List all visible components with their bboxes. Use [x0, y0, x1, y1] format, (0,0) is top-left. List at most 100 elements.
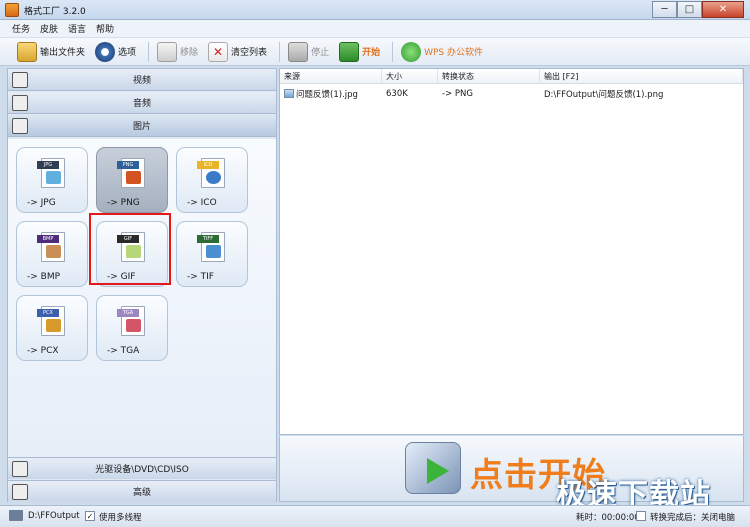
format-label: -> PNG: [107, 198, 140, 208]
format-tag: PNG: [117, 161, 139, 169]
gear-icon: [95, 41, 116, 62]
png-file-icon: PNG: [117, 158, 145, 188]
row-status: -> PNG: [442, 89, 473, 99]
column-size[interactable]: 大小: [382, 69, 438, 84]
category-advanced[interactable]: 高级: [8, 480, 276, 502]
pcx-file-icon: PCX: [37, 306, 65, 336]
format-png-button[interactable]: PNG -> PNG: [96, 147, 168, 213]
category-advanced-label: 高级: [132, 488, 151, 498]
window-controls: ─ □ ✕: [652, 1, 744, 18]
toolbar-separator: [392, 41, 394, 62]
row-output: D:\FFOutput\问题反馈(1).png: [544, 90, 664, 100]
category-audio-label: 音频: [132, 99, 151, 109]
options-button[interactable]: 选项: [92, 41, 139, 63]
image-art: [46, 319, 61, 332]
clear-list-button[interactable]: 清空列表: [205, 41, 270, 63]
bmp-file-icon: BMP: [37, 232, 65, 262]
toolbar-separator: [279, 41, 281, 62]
tga-file-icon: TGA: [117, 306, 145, 336]
minimize-button[interactable]: ─: [652, 1, 677, 18]
start-label: 开始: [362, 48, 381, 58]
options-label: 选项: [118, 48, 137, 58]
format-bmp-button[interactable]: BMP -> BMP: [16, 221, 88, 287]
menu-language[interactable]: 语言: [68, 22, 86, 35]
format-tag: PCX: [37, 309, 59, 317]
clear-list-icon: [208, 41, 229, 62]
output-folder-label: 输出文件夹: [40, 48, 86, 58]
maximize-button[interactable]: □: [677, 1, 702, 18]
stop-icon: [288, 41, 309, 62]
selection-highlight: [89, 213, 171, 285]
menu-bar: 任务 皮肤 语言 帮助: [0, 20, 750, 38]
start-button[interactable]: 开始: [336, 41, 383, 63]
image-art: [46, 245, 61, 258]
app-icon: [5, 3, 19, 17]
menu-skin[interactable]: 皮肤: [40, 22, 58, 35]
play-arrow-icon: [427, 458, 449, 484]
table-row[interactable]: 问题反馈(1).jpg 630K -> PNG D:\FFOutput\问题反馈…: [280, 87, 743, 101]
format-tag: TIFF: [197, 235, 219, 243]
category-image[interactable]: 图片: [8, 115, 276, 137]
toolbar-separator: [148, 41, 150, 62]
music-icon: [12, 95, 28, 111]
stop-label: 停止: [311, 48, 330, 58]
window-title: 格式工厂 3.2.0: [24, 7, 86, 17]
format-label: -> JPG: [27, 198, 56, 208]
format-label: -> PCX: [27, 346, 59, 356]
remove-icon: [157, 41, 178, 62]
wps-label: WPS 办公软件: [424, 48, 483, 58]
row-source-cell: 问题反馈(1).jpg: [280, 88, 382, 100]
format-label: -> TGA: [107, 346, 140, 356]
wps-icon: [401, 41, 422, 62]
category-rom-label: 光驱设备\DVD\CD\ISO: [95, 465, 189, 475]
format-grid: JPG -> JPG PNG -> PNG ICO -> ICO BMP -> …: [8, 139, 276, 457]
format-tag: TGA: [117, 309, 139, 317]
elapsed-time: 耗时：00:00:00: [576, 513, 640, 523]
clear-list-label: 清空列表: [231, 48, 268, 58]
output-folder-button[interactable]: 输出文件夹: [14, 41, 88, 63]
format-tif-button[interactable]: TIFF -> TIF: [176, 221, 248, 287]
title-bar: 格式工厂 3.2.0 ─ □ ✕: [0, 0, 750, 20]
column-output[interactable]: 输出 [F2]: [540, 69, 743, 84]
multithread-checkbox[interactable]: ✓: [85, 511, 95, 521]
ico-file-icon: ICO: [197, 158, 225, 188]
task-list: 来源 大小 转换状态 输出 [F2] 问题反馈(1).jpg 630K -> P…: [279, 68, 744, 435]
disc-drive-icon: [12, 461, 28, 477]
image-art: [46, 171, 61, 184]
wps-office-button[interactable]: WPS 办公软件: [398, 41, 486, 63]
row-size: 630K: [386, 89, 408, 99]
info-icon: [206, 171, 221, 184]
task-list-header: 来源 大小 转换状态 输出 [F2]: [280, 69, 743, 84]
format-label: -> BMP: [27, 272, 61, 282]
format-jpg-button[interactable]: JPG -> JPG: [16, 147, 88, 213]
category-rom-device[interactable]: 光驱设备\DVD\CD\ISO: [8, 457, 276, 479]
format-label: -> ICO: [187, 198, 217, 208]
category-video[interactable]: 视频: [8, 69, 276, 91]
output-path[interactable]: D:\FFOutput: [28, 511, 80, 521]
close-button[interactable]: ✕: [702, 1, 744, 18]
category-audio[interactable]: 音频: [8, 92, 276, 114]
shutdown-checkbox[interactable]: [636, 511, 646, 521]
menu-task[interactable]: 任务: [12, 22, 30, 35]
stop-button[interactable]: 停止: [285, 41, 332, 63]
format-tga-button[interactable]: TGA -> TGA: [96, 295, 168, 361]
format-pcx-button[interactable]: PCX -> PCX: [16, 295, 88, 361]
picture-icon: [12, 118, 28, 134]
start-icon: [339, 41, 360, 62]
menu-help[interactable]: 帮助: [96, 22, 114, 35]
category-panel: 视频 音频 图片 JPG -> JPG PNG -> PNG ICO -> IC…: [7, 68, 277, 502]
status-bar: D:\FFOutput ✓ 使用多线程 耗时：00:00:00 转换完成后：关闭…: [0, 505, 750, 527]
remove-button[interactable]: 移除: [154, 41, 201, 63]
format-tag: ICO: [197, 161, 219, 169]
format-tag: JPG: [37, 161, 59, 169]
image-file-icon: [284, 89, 294, 98]
after-done-label: 转换完成后：关闭电脑: [650, 513, 736, 523]
column-status[interactable]: 转换状态: [438, 69, 540, 84]
format-ico-button[interactable]: ICO -> ICO: [176, 147, 248, 213]
toolbar: 输出文件夹 选项 移除 清空列表 停止 开始 WPS 办公软件: [0, 38, 750, 66]
column-source[interactable]: 来源: [280, 69, 382, 84]
format-tag: BMP: [37, 235, 59, 243]
remove-label: 移除: [180, 48, 199, 58]
jpg-file-icon: JPG: [37, 158, 65, 188]
category-video-label: 视频: [132, 76, 151, 86]
